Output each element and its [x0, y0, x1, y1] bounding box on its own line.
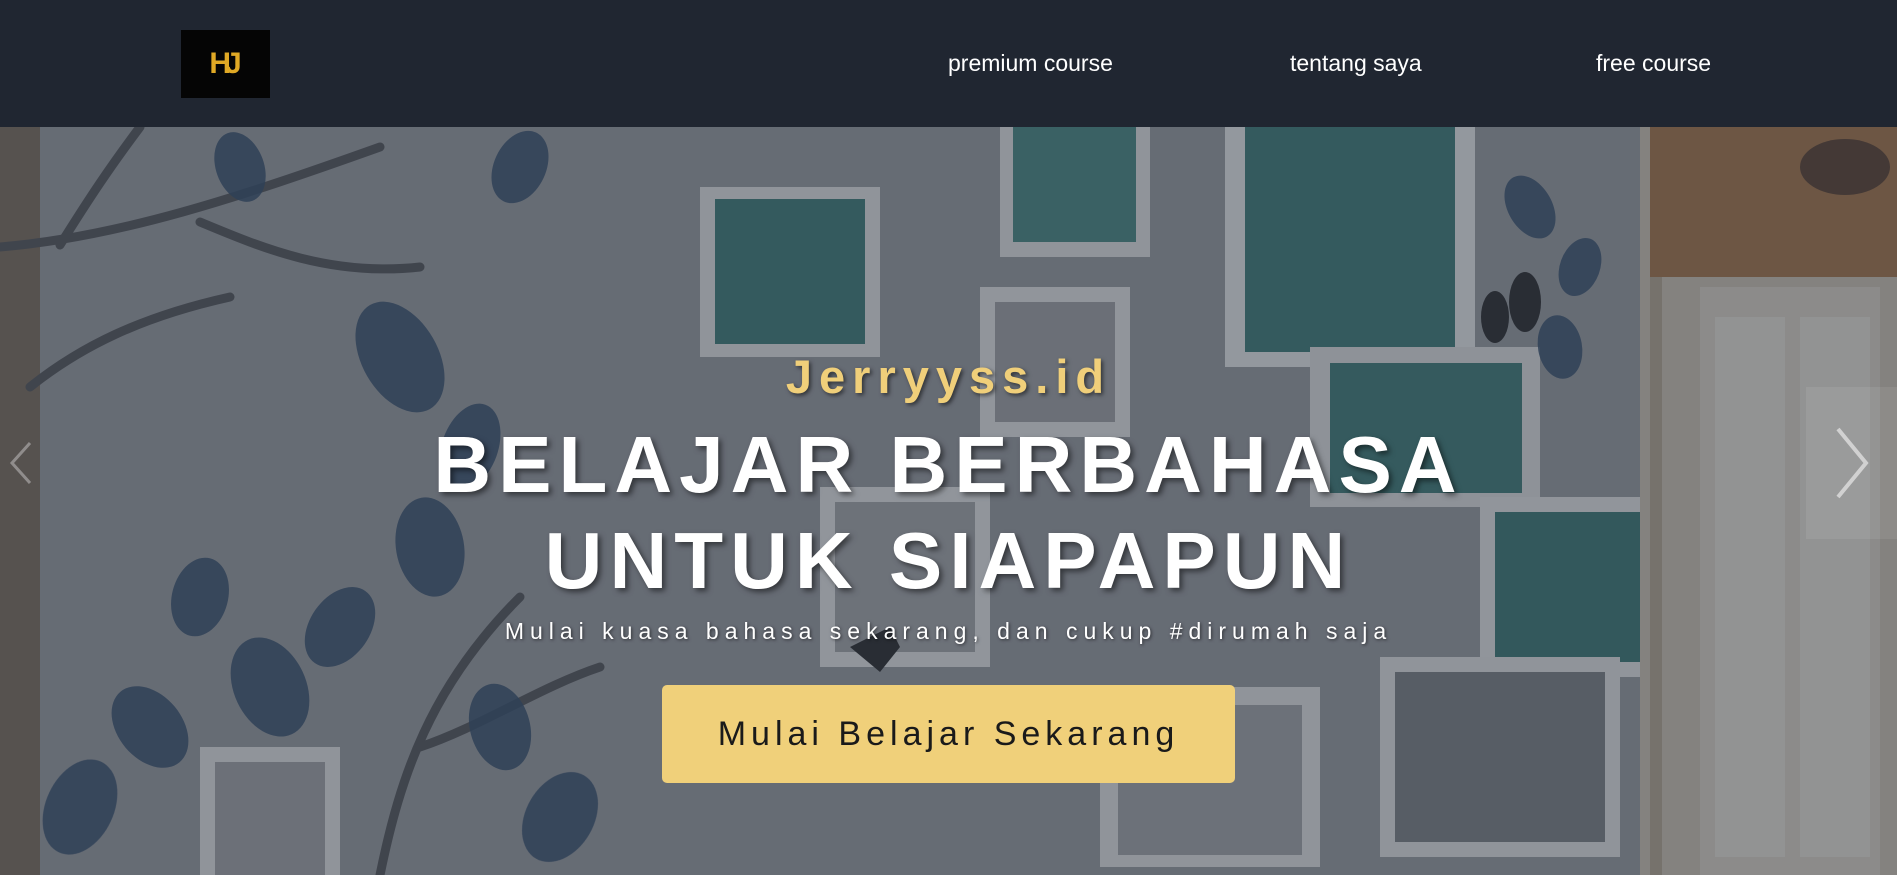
logo-mark: HJ — [209, 47, 241, 80]
hero-headline-line2: UNTUK SIAPAPUN — [544, 516, 1353, 605]
nav-link-free-course[interactable]: free course — [1596, 50, 1711, 77]
hero-headline-line1: BELAJAR BERBAHASA — [433, 420, 1464, 509]
hero-headline: BELAJAR BERBAHASA UNTUK SIAPAPUN — [0, 417, 1897, 609]
nav-link-premium-course[interactable]: premium course — [948, 50, 1113, 77]
site-logo[interactable]: HJ — [181, 30, 270, 98]
hero-tagline: Mulai kuasa bahasa sekarang, dan cukup #… — [504, 618, 1393, 644]
start-learning-button[interactable]: Mulai Belajar Sekarang — [662, 685, 1235, 783]
nav-link-tentang-saya[interactable]: tentang saya — [1290, 50, 1422, 77]
brand-name: Jerryyss.id — [785, 350, 1112, 403]
top-navbar: HJ premium course tentang saya free cour… — [0, 0, 1897, 127]
